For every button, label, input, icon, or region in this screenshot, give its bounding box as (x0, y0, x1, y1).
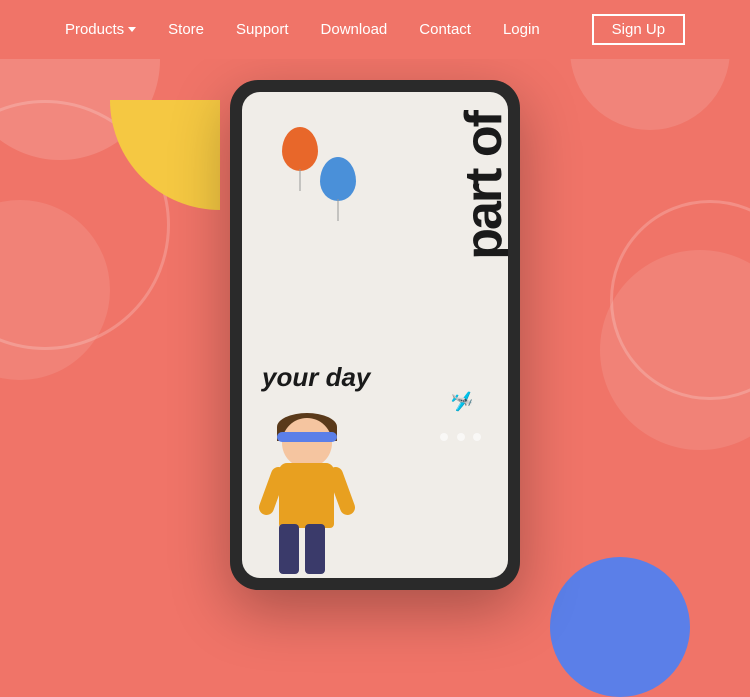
nav-store[interactable]: Store (168, 21, 204, 38)
boy-head (282, 418, 332, 468)
dot-1 (440, 433, 448, 441)
dot-2 (457, 433, 465, 441)
vertical-text: part of (458, 112, 508, 260)
signup-button[interactable]: Sign Up (592, 14, 685, 45)
boy-legs (279, 524, 325, 574)
nav-support[interactable]: Support (236, 21, 289, 38)
nav-download[interactable]: Download (321, 21, 388, 38)
nav-login[interactable]: Login (503, 21, 540, 38)
tablet-screen: part of your day 🛩️ (242, 92, 508, 578)
orange-balloon-shape (282, 127, 318, 171)
blue-balloon-shape (320, 157, 356, 201)
chevron-down-icon (128, 27, 136, 32)
airplane-icon: 🛩️ (449, 390, 475, 415)
balloon-orange (282, 127, 318, 171)
nav-products[interactable]: Products (65, 21, 136, 38)
nav-contact[interactable]: Contact (419, 21, 471, 38)
boy-character (257, 418, 357, 578)
boy-leg-left (279, 524, 299, 574)
your-day-text: your day (262, 362, 370, 393)
boy-leg-right (305, 524, 325, 574)
tablet-frame: part of your day 🛩️ (230, 80, 520, 590)
main-nav: Products Store Support Download Contact … (0, 0, 750, 59)
balloon-blue (320, 157, 356, 201)
boy-body (279, 463, 334, 528)
boy-headband (277, 432, 337, 442)
tablet-mockup: part of your day 🛩️ (230, 80, 520, 590)
dot-3 (473, 433, 481, 441)
bg-circle-bottom-right (550, 557, 690, 697)
decorative-dots (438, 430, 483, 448)
